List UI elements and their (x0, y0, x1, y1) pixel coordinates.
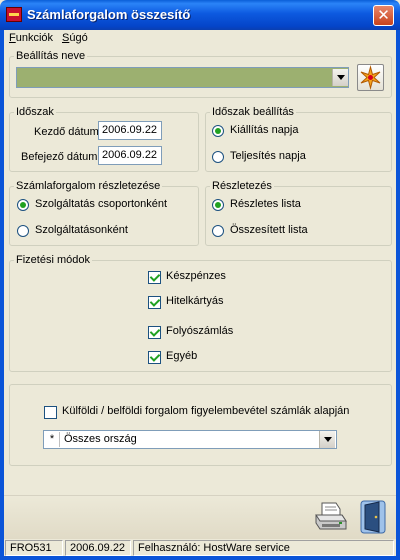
end-date-input[interactable]: 2006.09.22 (98, 146, 162, 165)
sparkle-icon (360, 65, 381, 90)
window-frame-left (0, 30, 4, 560)
status-code: FRO531 (5, 540, 63, 556)
radio-reszletes-lista[interactable] (212, 199, 224, 211)
app-icon[interactable] (6, 7, 22, 22)
checkbox-folyoszamlas[interactable] (148, 326, 161, 339)
checkbox-folyoszamlas-label[interactable]: Folyószámlás (166, 325, 233, 337)
checkbox-kulfoldi-belfoldi-label[interactable]: Külföldi / belföldi forgalom figyelembev… (62, 405, 349, 417)
period-setting-group (205, 112, 392, 172)
radio-szolgaltatasonkent-label[interactable]: Szolgáltatásonként (35, 224, 128, 236)
details-group (205, 186, 392, 246)
country-flag-icon: * (45, 432, 60, 447)
settings-combo[interactable] (16, 67, 349, 88)
radio-osszesitett-lista[interactable] (212, 225, 224, 237)
foreign-group (9, 384, 392, 466)
checkbox-keszpenzes-label[interactable]: Készpénzes (166, 270, 226, 282)
checkbox-kulfoldi-belfoldi[interactable] (44, 406, 57, 419)
checkbox-egyeb-label[interactable]: Egyéb (166, 350, 197, 362)
settings-combo-dropdown-button[interactable] (332, 69, 348, 86)
print-button[interactable] (312, 499, 348, 535)
menu-sugo[interactable]: Súgó (62, 32, 88, 44)
printer-icon (315, 502, 347, 530)
radio-szolgaltatas-csoportonkent-label[interactable]: Szolgáltatás csoportonként (35, 198, 167, 210)
radio-kiallitas-napja[interactable] (212, 125, 224, 137)
end-date-label: Befejező dátum (21, 151, 98, 163)
status-date: 2006.09.22 (65, 540, 131, 556)
radio-kiallitas-napja-label[interactable]: Kiállítás napja (230, 124, 299, 136)
window-title: Számlaforgalom összesítő (27, 7, 191, 22)
status-user: Felhasználó: HostWare service (133, 540, 394, 556)
detail-level-group (9, 186, 199, 246)
details-group-label: Részletezés (210, 180, 274, 192)
radio-reszletes-lista-label[interactable]: Részletes lista (230, 198, 301, 210)
radio-szolgaltatasonkent[interactable] (17, 225, 29, 237)
period-setting-group-label: Időszak beállítás (210, 106, 296, 118)
radio-teljesites-napja[interactable] (212, 151, 224, 163)
checkbox-keszpenzes[interactable] (148, 271, 161, 284)
detail-level-group-label: Számlaforgalom részletezése (14, 180, 163, 192)
start-date-input[interactable]: 2006.09.22 (98, 121, 162, 140)
checkbox-egyeb[interactable] (148, 351, 161, 364)
new-setting-button[interactable] (357, 64, 384, 91)
radio-osszesitett-lista-label[interactable]: Összesített lista (230, 224, 308, 236)
window-frame-bottom (0, 556, 400, 560)
settings-group-label: Beállítás neve (14, 50, 88, 62)
checkbox-hitelkartyas[interactable] (148, 296, 161, 309)
radio-szolgaltatas-csoportonkent[interactable] (17, 199, 29, 211)
checkbox-hitelkartyas-label[interactable]: Hitelkártyás (166, 295, 223, 307)
period-group-label: Időszak (14, 106, 56, 118)
door-exit-icon (360, 500, 386, 534)
close-button[interactable]: ✕ (373, 5, 394, 26)
menu-funkciok[interactable]: Funkciók (9, 32, 53, 44)
radio-teljesites-napja-label[interactable]: Teljesítés napja (230, 150, 306, 162)
start-date-label: Kezdő dátum (34, 126, 99, 138)
country-combo-dropdown-button[interactable] (319, 431, 335, 448)
window-frame-right (396, 30, 400, 560)
exit-button[interactable] (355, 497, 391, 535)
payment-group-label: Fizetési módok (14, 254, 92, 266)
country-combo-value: Összes ország (64, 433, 137, 445)
